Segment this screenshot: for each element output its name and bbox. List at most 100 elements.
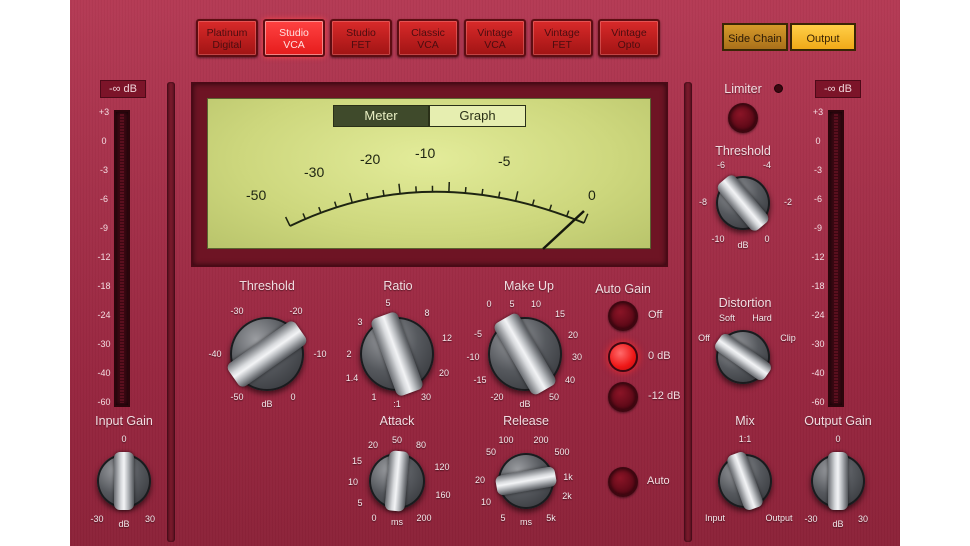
distortion-knob[interactable] [712,330,774,384]
lcd-screen: Meter Graph -50 -30 -20 -10 -5 0 [207,98,651,250]
auto-release-button[interactable] [608,467,638,497]
preset-tab-platinum-digital[interactable]: Platinum Digital [196,19,258,57]
vu-scale-tick [583,213,589,224]
attack-tick: 160 [435,490,451,500]
input-meter-scale-label: -18 [97,281,111,291]
preset-tab-classic-vca[interactable]: Classic VCA [397,19,459,57]
input-meter-scale-label: -12 [97,252,111,262]
input-gain-tick: dB [118,519,130,529]
limiter-threshold-tick: 0 [764,234,770,244]
makeup-tick: -20 [490,392,504,402]
vu-scale-tick [566,210,570,217]
input-meter-scale-label: -3 [99,165,109,175]
output-meter-scale-label: -60 [811,397,825,407]
makeup-tick: 5 [509,299,515,309]
attack-tick: ms [391,517,403,527]
vu-scale-tick [302,213,307,220]
limiter-threshold-knob[interactable] [715,172,771,234]
limiter-label: Limiter [724,82,762,96]
attack-tick: 20 [367,440,379,450]
limiter-button[interactable] [728,103,758,133]
vu-scale-tick [531,199,535,206]
auto-gain-0db-button[interactable] [608,342,638,372]
release-tick: 10 [480,497,492,507]
attack-label: Attack [379,414,415,428]
makeup-knob[interactable] [488,311,562,397]
release-tick: 200 [533,435,549,445]
output-meter-scale-label: -3 [813,165,823,175]
preset-tab-vintage-vca[interactable]: Vintage VCA [464,19,526,57]
preset-tab-vintage-opto[interactable]: Vintage Opto [598,19,660,57]
output-gain-tick: dB [832,519,844,529]
attack-tick: 15 [351,456,363,466]
vu-scale-tick [382,189,385,197]
output-meter-scale-label: -12 [811,252,825,262]
input-level-readout: -∞ dB [100,80,146,98]
left-panel-rail [167,82,175,542]
preset-tab-vintage-fet[interactable]: Vintage FET [531,19,593,57]
makeup-tick: -5 [473,329,483,339]
output-gain-knob[interactable] [811,452,865,510]
input-gain-knob[interactable] [97,452,151,510]
auto-gain-minus12db-button[interactable] [608,382,638,412]
output-gain-tick: -30 [804,514,818,524]
auto-release-label: Auto [647,475,670,487]
mix-knob[interactable] [718,450,772,512]
output-level-readout: -∞ dB [815,80,861,98]
mix-tick: Output [765,513,793,523]
mix-label: Mix [735,414,755,428]
attack-tick: 120 [434,462,450,472]
vu-label-10: -10 [415,145,436,161]
vu-scale-tick [464,186,467,194]
output-meter-scale-label: -40 [811,368,825,378]
vu-scale-tick [514,191,519,202]
release-tick: 2k [562,491,572,501]
ratio-tick: 1 [371,392,377,402]
makeup-tick: 20 [567,330,579,340]
release-tick: 50 [485,447,497,457]
threshold-tick: -50 [230,392,244,402]
vu-scale-tick [548,204,553,211]
release-tick: 1k [563,472,573,482]
auto-gain-off-button[interactable] [608,301,638,331]
mix-tick: Input [704,513,726,523]
preset-tab-studio-vca[interactable]: Studio VCA [263,19,325,57]
compressor-plugin: Platinum Digital Studio VCA Studio FET C… [70,0,900,546]
output-button[interactable]: Output [790,23,856,51]
preset-tab-studio-fet[interactable]: Studio FET [330,19,392,57]
input-meter-scale-label: -24 [97,310,111,320]
attack-knob[interactable] [369,450,425,512]
output-meter-scale-label: -18 [811,281,825,291]
makeup-tick: -15 [473,375,487,385]
ratio-knob[interactable] [360,310,434,398]
threshold-knob[interactable] [225,317,309,391]
ratio-tick: 30 [420,392,432,402]
threshold-tick: -10 [313,349,327,359]
input-gain-tick: -30 [90,514,104,524]
side-chain-button[interactable]: Side Chain [722,23,788,51]
vu-scale-tick [366,192,369,200]
output-gain-tick: 30 [857,514,869,524]
ratio-tick: 20 [438,368,450,378]
input-level-meter [114,110,130,407]
mix-tick: 1:1 [738,434,752,444]
auto-gain-label: Auto Gain [595,282,651,296]
ratio-tick: 1.4 [345,373,359,383]
ratio-tick: 5 [385,298,391,308]
vu-label-30: -30 [304,164,325,180]
vu-label-20: -20 [360,151,381,167]
ratio-tick: 12 [441,333,453,343]
release-tick: 5k [546,513,556,523]
limiter-threshold-tick: dB [737,240,749,250]
limiter-threshold-tick: -10 [711,234,725,244]
input-gain-tick: 0 [121,434,127,444]
makeup-tick: -10 [466,352,480,362]
release-tick: 500 [554,447,570,457]
display-frame: Meter Graph -50 -30 -20 -10 -5 0 [191,82,668,267]
release-knob[interactable] [494,453,558,509]
ratio-tick: 8 [424,308,430,318]
limiter-threshold-tick: -4 [762,160,772,170]
limiter-threshold-label: Threshold [715,144,771,158]
auto-gain-minus12db-label: -12 dB [648,390,681,402]
vu-scale-tick [333,201,338,208]
